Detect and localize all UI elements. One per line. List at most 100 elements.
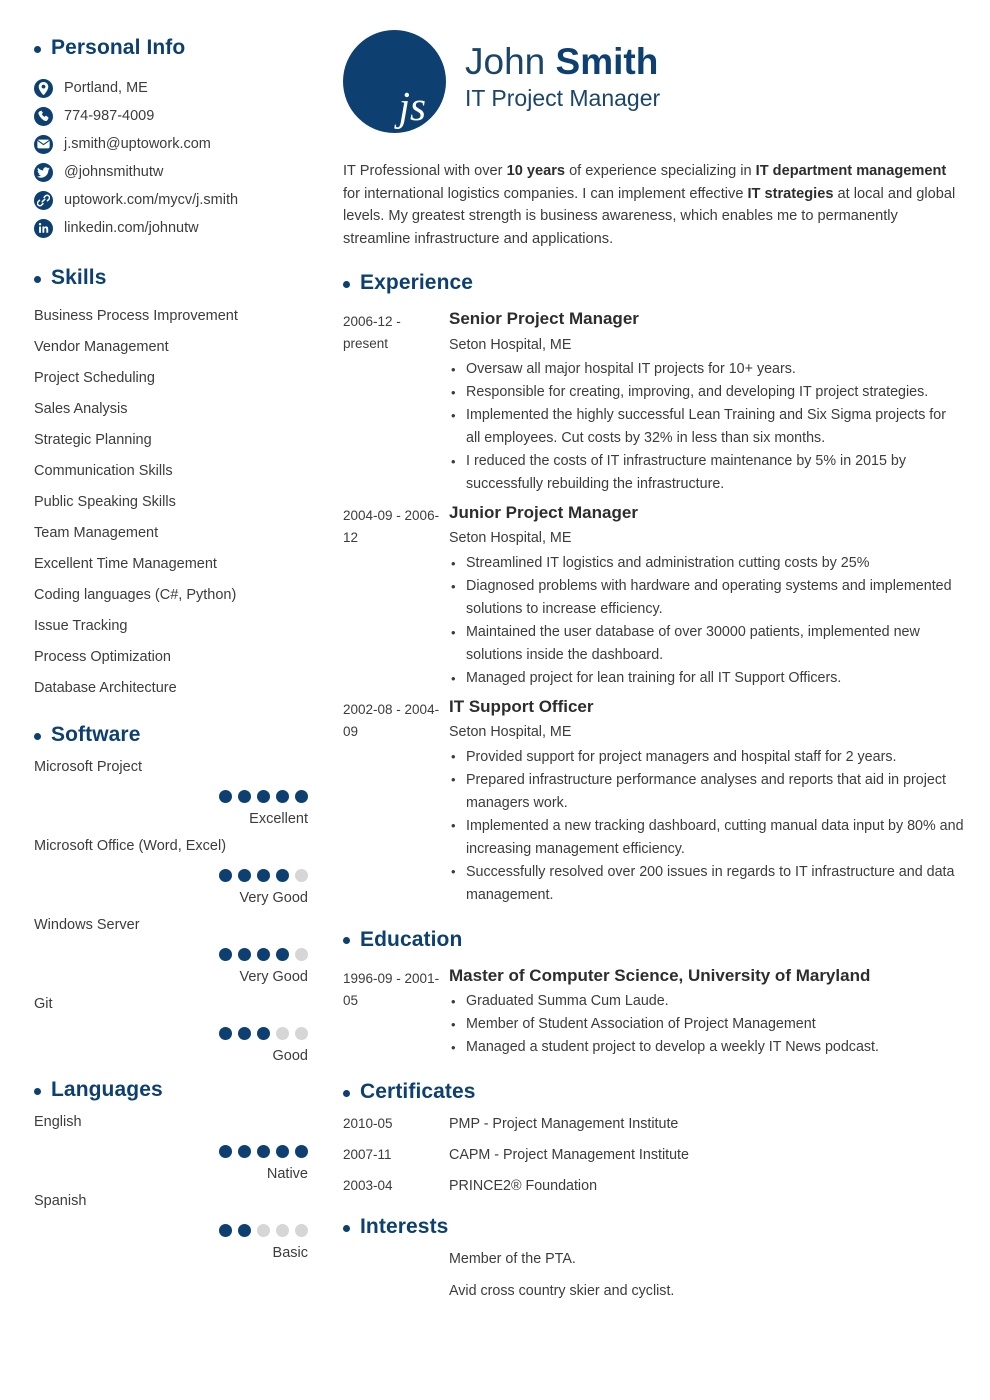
contact-row[interactable]: @johnsmithutw [34, 158, 308, 186]
link-icon [34, 190, 53, 210]
rating-dot [257, 789, 270, 803]
entry-row: 1996-09 - 2001-05 Master of Computer Scie… [343, 965, 964, 1059]
certificate-name: CAPM - Project Management Institute [449, 1146, 689, 1163]
rating-dot [276, 789, 289, 803]
bullet-dot-icon [343, 280, 350, 288]
contact-row[interactable]: 774-987-4009 [34, 102, 308, 130]
rating-level: Very Good [239, 889, 308, 906]
contact-text: 774-987-4009 [64, 107, 155, 124]
entry-bullet: Maintained the user database of over 300… [449, 621, 964, 667]
location-pin-icon [34, 78, 53, 98]
contact-row[interactable]: uptowork.com/mycv/j.smith [34, 186, 308, 214]
first-name: John [465, 41, 546, 82]
rating-dot [295, 1144, 308, 1158]
section-heading-label: Personal Info [51, 36, 186, 59]
entry-body: Master of Computer Science, University o… [449, 965, 964, 1059]
rating-dot [276, 947, 289, 961]
entry-bullet: Diagnosed problems with hardware and ope… [449, 575, 964, 621]
contact-row[interactable]: linkedin.com/johnutw [34, 214, 308, 242]
certificate-name: PRINCE2® Foundation [449, 1177, 598, 1194]
certificate-row: 2003-04 PRINCE2® Foundation [343, 1177, 964, 1195]
rating-level: Native [266, 1165, 308, 1182]
entry-row: 2002-08 - 2004-09 IT Support Officer Seton… [343, 696, 964, 907]
certificate-date: 2003-04 [343, 1177, 393, 1193]
rating-dot [257, 868, 270, 882]
resume-header: js John Smith IT Project Manager [343, 30, 964, 133]
skill-item: Issue Tracking [34, 618, 128, 634]
interest-row: Member of the PTA. [343, 1252, 964, 1268]
section-heading-experience: Experience [343, 271, 964, 295]
rating-label: Spanish [34, 1193, 87, 1209]
skill-item: Public Speaking Skills [34, 494, 176, 510]
bullet-dot-icon [34, 45, 41, 53]
section-heading-skills: Skills [34, 266, 308, 290]
entry-title: Master of Computer Science, University o… [449, 965, 871, 985]
section-heading-label: Interests [360, 1215, 449, 1239]
section-heading-education: Education [343, 928, 964, 952]
skill-item: Strategic Planning [34, 432, 152, 448]
skill-item: Communication Skills [34, 463, 173, 479]
entry-bullet: Managed a student project to develop a w… [449, 1036, 964, 1059]
rating-dots [34, 1144, 308, 1158]
software-rating-list: Microsoft Project Excellent Microsoft Offi… [34, 760, 308, 1063]
rating-dot [257, 947, 270, 961]
section-heading-label: Education [360, 927, 463, 951]
entry-bullet-list: Provided support for project managers an… [449, 745, 964, 907]
entry-bullet: Oversaw all major hospital IT projects f… [449, 358, 964, 381]
linkedin-icon [34, 218, 53, 238]
contact-row[interactable]: j.smith@uptowork.com [34, 130, 308, 158]
avatar-monogram: js [343, 30, 446, 133]
resume-page: Personal Info Portland, ME 774-987-4009 j.… [0, 0, 990, 1400]
rating-dot [219, 868, 232, 882]
entry-bullet: Implemented the highly successful Lean T… [449, 404, 964, 450]
entry-bullet-list: Oversaw all major hospital IT projects f… [449, 358, 964, 496]
section-heading-personal-info: Personal Info [34, 36, 308, 60]
rating-level: Excellent [249, 810, 308, 827]
summary-text: IT Professional with over [343, 163, 507, 179]
rating-dot [219, 789, 232, 803]
professional-summary: IT Professional with over 10 years of ex… [343, 160, 964, 250]
rating-dot [257, 1026, 270, 1040]
entry-body: IT Support Officer Seton Hospital, ME Prov… [449, 696, 964, 907]
twitter-icon [34, 162, 53, 182]
interest-text: Member of the PTA. [449, 1251, 576, 1268]
summary-text: of experience specializing in [565, 163, 756, 179]
rating-level: Basic [272, 1244, 308, 1261]
rating-dots [34, 789, 308, 803]
entry-bullet: Responsible for creating, improving, and… [449, 381, 964, 404]
interest-spacer [343, 1252, 449, 1268]
contact-text: Portland, ME [64, 79, 148, 96]
rating-dot [295, 1223, 308, 1237]
bullet-dot-icon [343, 1089, 350, 1097]
email-icon [34, 134, 53, 154]
skill-item: Team Management [34, 525, 159, 541]
rating-dot [276, 1223, 289, 1237]
entry-bullet: Successfully resolved over 200 issues in… [449, 860, 964, 907]
entry-title: IT Support Officer [449, 697, 594, 717]
interests-list: Member of the PTA. Avid cross country ski… [343, 1252, 964, 1299]
contact-text: linkedin.com/johnutw [64, 219, 199, 236]
contact-row[interactable]: Portland, ME [34, 74, 308, 102]
skills-list: Business Process Improvement Vendor Manag… [34, 301, 308, 704]
contact-list: Portland, ME 774-987-4009 j.smith@uptowork… [34, 74, 308, 242]
section-heading-label: Certificates [360, 1080, 476, 1104]
rating-dot [295, 947, 308, 961]
rating-dot [238, 789, 251, 803]
job-title: IT Project Manager [465, 84, 661, 111]
summary-text: for international logistics companies. I… [343, 185, 748, 202]
entry-bullet: Streamlined IT logistics and administrat… [449, 552, 964, 575]
page-title: John Smith [465, 42, 660, 82]
certificate-date: 2010-05 [343, 1116, 393, 1132]
rating-dots [34, 1026, 308, 1040]
entry-bullet: Provided support for project managers an… [449, 745, 964, 769]
rating-dot [276, 1026, 289, 1040]
rating-dot [238, 1223, 251, 1237]
contact-text: uptowork.com/mycv/j.smith [64, 191, 239, 208]
rating-item: Microsoft Project Excellent [34, 760, 308, 826]
section-heading-label: Experience [360, 271, 474, 295]
entry-bullet: Prepared infrastructure performance anal… [449, 768, 964, 815]
rating-dot [295, 868, 308, 882]
experience-list: 2006-12 - present Senior Project Manager S… [343, 308, 964, 906]
entry-title: Senior Project Manager [449, 309, 639, 329]
interest-text: Avid cross country skier and cyclist. [449, 1282, 675, 1299]
